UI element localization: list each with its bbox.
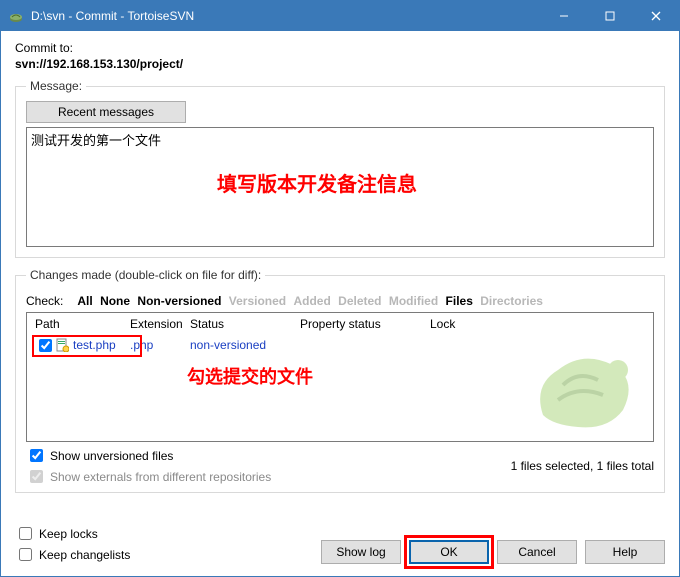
check-label: Check: <box>26 294 63 308</box>
maximize-button[interactable] <box>587 1 633 31</box>
help-button[interactable]: Help <box>585 540 665 564</box>
changes-fieldset: Changes made (double-click on file for d… <box>15 268 665 493</box>
show-unversioned-label: Show unversioned files <box>50 449 173 463</box>
show-externals-checkbox <box>30 470 43 483</box>
show-externals-row: Show externals from different repositori… <box>26 467 511 486</box>
filter-files[interactable]: Files <box>446 294 473 308</box>
keep-locks-row[interactable]: Keep locks <box>15 524 130 543</box>
filter-modified[interactable]: Modified <box>389 294 438 308</box>
commit-dialog: D:\svn - Commit - TortoiseSVN Commit to:… <box>0 0 680 577</box>
column-headers[interactable]: Path Extension Status Property status Lo… <box>27 313 653 335</box>
show-unversioned-row[interactable]: Show unversioned files <box>26 446 511 465</box>
filter-versioned[interactable]: Versioned <box>229 294 286 308</box>
annotation-message: 填写版本开发备注信息 <box>217 168 417 197</box>
minimize-button[interactable] <box>541 1 587 31</box>
commit-message-textarea[interactable]: 测试开发的第一个文件 填写版本开发备注信息 <box>26 127 654 247</box>
cancel-button[interactable]: Cancel <box>497 540 577 564</box>
filter-deleted[interactable]: Deleted <box>338 294 381 308</box>
recent-messages-button[interactable]: Recent messages <box>26 101 186 123</box>
filter-all[interactable]: All <box>77 294 92 308</box>
annotation-file: 勾选提交的文件 <box>187 363 313 389</box>
show-log-button[interactable]: Show log <box>321 540 401 564</box>
filter-row: Check: All None Non-versioned Versioned … <box>26 294 654 308</box>
commit-message-text: 测试开发的第一个文件 <box>31 133 161 148</box>
keep-locks-label: Keep locks <box>39 527 98 541</box>
file-status: non-versioned <box>190 338 300 352</box>
table-row[interactable]: test.php .php non-versioned <box>27 335 653 355</box>
keep-changelists-checkbox[interactable] <box>19 548 32 561</box>
filter-added[interactable]: Added <box>293 294 330 308</box>
show-unversioned-checkbox[interactable] <box>30 449 43 462</box>
file-ext: .php <box>130 338 190 352</box>
keep-locks-checkbox[interactable] <box>19 527 32 540</box>
commit-url: svn://192.168.153.130/project/ <box>15 57 665 71</box>
message-fieldset: Message: Recent messages 测试开发的第一个文件 填写版本… <box>15 79 665 258</box>
window-title: D:\svn - Commit - TortoiseSVN <box>31 9 541 23</box>
col-lock[interactable]: Lock <box>430 317 490 331</box>
commit-to-label: Commit to: <box>15 41 665 55</box>
titlebar[interactable]: D:\svn - Commit - TortoiseSVN <box>1 1 679 31</box>
message-legend: Message: <box>26 79 86 93</box>
app-icon <box>8 8 24 24</box>
keep-changelists-label: Keep changelists <box>39 548 130 562</box>
col-extension[interactable]: Extension <box>130 317 190 331</box>
keep-changelists-row[interactable]: Keep changelists <box>15 545 130 564</box>
file-checkbox[interactable] <box>39 339 52 352</box>
col-path[interactable]: Path <box>35 317 130 331</box>
file-icon <box>55 338 69 352</box>
col-property-status[interactable]: Property status <box>300 317 430 331</box>
filter-directories[interactable]: Directories <box>480 294 543 308</box>
file-list[interactable]: Path Extension Status Property status Lo… <box>26 312 654 442</box>
selection-status: 1 files selected, 1 files total <box>511 459 654 473</box>
filter-none[interactable]: None <box>100 294 130 308</box>
col-status[interactable]: Status <box>190 317 300 331</box>
file-name: test.php <box>73 338 116 352</box>
filter-nonversioned[interactable]: Non-versioned <box>137 294 221 308</box>
close-button[interactable] <box>633 1 679 31</box>
changes-legend: Changes made (double-click on file for d… <box>26 268 265 282</box>
ok-button[interactable]: OK <box>409 540 489 564</box>
show-externals-label: Show externals from different repositori… <box>50 470 271 484</box>
